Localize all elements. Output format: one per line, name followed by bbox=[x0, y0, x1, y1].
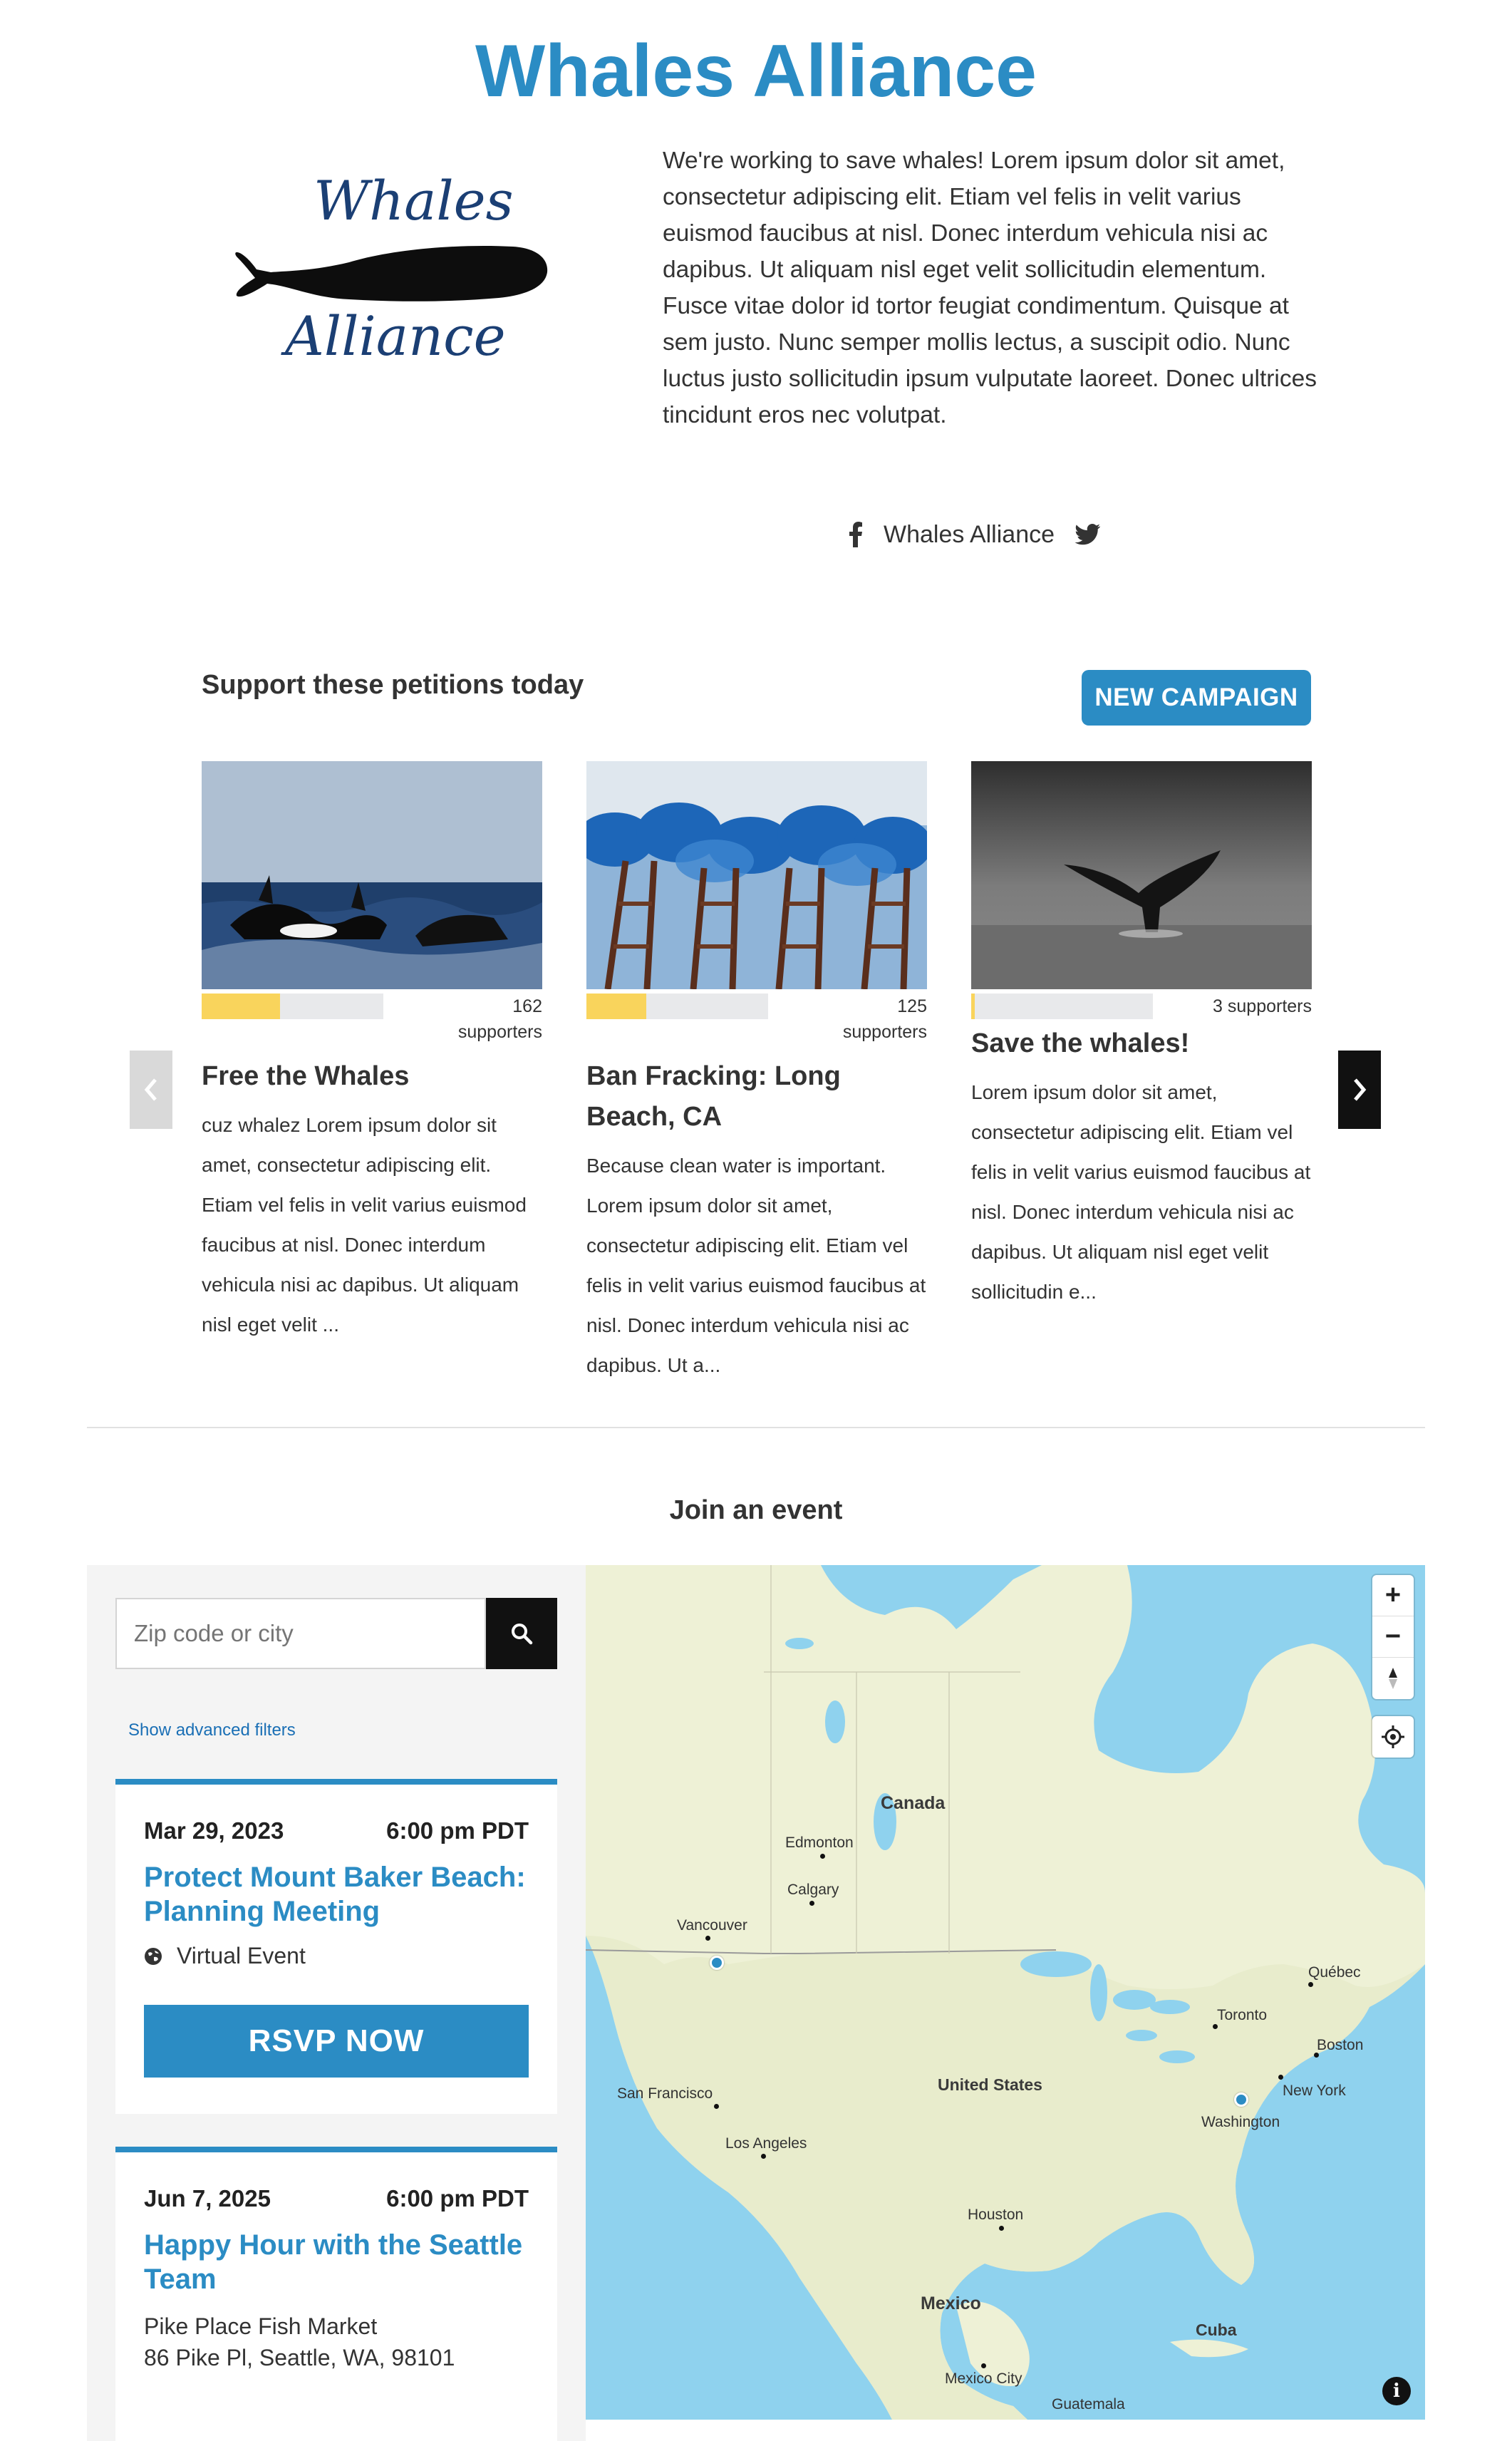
supporters-label: supporters bbox=[457, 1022, 542, 1042]
map-label-houston: Houston bbox=[968, 2207, 1024, 2223]
map-label-vancouver: Vancouver bbox=[677, 1917, 747, 1934]
search-icon bbox=[512, 1624, 533, 1645]
supporters-progress: 162 bbox=[202, 994, 542, 1019]
petition-image-orcas[interactable] bbox=[202, 761, 542, 989]
petition-card[interactable]: 162 supporters Free the Whales cuz whale… bbox=[202, 761, 542, 1345]
supporters-progress: 3 supporters bbox=[971, 994, 1312, 1019]
supporters-count: 162 bbox=[512, 996, 542, 1016]
search-button[interactable] bbox=[486, 1598, 557, 1669]
events-sidebar: Show advanced filters Mar 29, 2023 6:00 … bbox=[87, 1565, 586, 2441]
map-zoom-controls: + − bbox=[1372, 1575, 1414, 1699]
map-label-calgary: Calgary bbox=[787, 1882, 839, 1898]
petition-title[interactable]: Free the Whales bbox=[202, 1056, 542, 1097]
geolocate-button[interactable] bbox=[1372, 1716, 1414, 1758]
map-label-quebec: Québec bbox=[1308, 1964, 1361, 1981]
location-search-input[interactable] bbox=[115, 1598, 486, 1669]
event-title[interactable]: Protect Mount Baker Beach: Planning Meet… bbox=[115, 1860, 557, 1929]
social-name: Whales Alliance bbox=[884, 520, 1055, 548]
rsvp-button[interactable]: RSVP NOW bbox=[144, 2005, 529, 2078]
supporters-progress: 125 bbox=[586, 994, 927, 1019]
page-title: Whales Alliance bbox=[475, 30, 1037, 113]
map-label-united-states: United States bbox=[938, 2075, 1042, 2094]
event-marker-washington[interactable] bbox=[1234, 2092, 1248, 2107]
whales-alliance-logo: Whales Alliance bbox=[228, 164, 563, 371]
map-label-cuba: Cuba bbox=[1196, 2321, 1237, 2339]
compass-button[interactable] bbox=[1372, 1658, 1414, 1699]
map-label-mexico: Mexico bbox=[921, 2293, 981, 2313]
petition-card[interactable]: 3 supporters Save the whales! Lorem ipsu… bbox=[971, 761, 1312, 1312]
map-label-new-york: New York bbox=[1283, 2083, 1346, 2099]
supporters-count: 3 supporters bbox=[1213, 996, 1312, 1016]
event-title[interactable]: Happy Hour with the Seattle Team bbox=[115, 2228, 557, 2296]
event-marker-seattle[interactable] bbox=[710, 1956, 724, 1970]
map-label-mexico-city: Mexico City bbox=[945, 2370, 1022, 2387]
map-label-los-angeles: Los Angeles bbox=[725, 2135, 807, 2152]
petition-image-fracking[interactable] bbox=[586, 761, 927, 989]
zoom-in-button[interactable]: + bbox=[1372, 1575, 1414, 1616]
intro-text: We're working to save whales! Lorem ipsu… bbox=[663, 148, 1317, 428]
events-map[interactable]: Canada Edmonton Calgary Vancouver United… bbox=[586, 1565, 1425, 2420]
map-attribution-info-icon[interactable]: i bbox=[1382, 2377, 1411, 2405]
event-location: Virtual Event bbox=[177, 1943, 306, 1968]
map-label-boston: Boston bbox=[1317, 2037, 1364, 2053]
crosshair-icon bbox=[1382, 1725, 1404, 1748]
event-venue: Pike Place Fish Market bbox=[144, 2313, 378, 2339]
supporters-count: 125 bbox=[897, 996, 927, 1016]
globe-icon bbox=[145, 1947, 162, 1965]
petition-description: Lorem ipsum dolor sit amet, consectetur … bbox=[971, 1081, 1311, 1303]
event-time: 6:00 pm PDT bbox=[386, 2185, 529, 2212]
map-label-san-francisco: San Francisco bbox=[617, 2085, 713, 2102]
petition-title[interactable]: Save the whales! bbox=[971, 1023, 1312, 1064]
petition-image-whale-tail[interactable] bbox=[971, 761, 1312, 989]
supporters-label: supporters bbox=[842, 1022, 927, 1042]
petitions-heading: Support these petitions today bbox=[202, 670, 584, 700]
social-links: Whales Alliance bbox=[848, 513, 1101, 556]
petition-title[interactable]: Ban Fracking: Long Beach, CA bbox=[586, 1056, 927, 1137]
events-heading: Join an event bbox=[669, 1495, 843, 1525]
new-campaign-button[interactable]: NEW CAMPAIGN bbox=[1082, 670, 1311, 726]
advanced-filters-link[interactable]: Show advanced filters bbox=[128, 1720, 296, 1740]
event-address: 86 Pike Pl, Seattle, WA, 98101 bbox=[144, 2345, 455, 2370]
map-label-canada: Canada bbox=[881, 1793, 946, 1813]
svg-text:Whales: Whales bbox=[314, 169, 514, 232]
twitter-icon[interactable] bbox=[1075, 524, 1101, 545]
petition-card[interactable]: 125 supporters Ban Fracking: Long Beach,… bbox=[586, 761, 927, 1385]
carousel-prev-button[interactable] bbox=[130, 1051, 172, 1129]
map-label-washington: Washington bbox=[1201, 2114, 1280, 2130]
zoom-out-button[interactable]: − bbox=[1372, 1616, 1414, 1658]
svg-text:Alliance: Alliance bbox=[281, 304, 506, 368]
map-label-guatemala: Guatemala bbox=[1052, 2396, 1125, 2412]
petition-description: Because clean water is important. Lorem … bbox=[586, 1155, 926, 1376]
event-card[interactable]: Jun 7, 2025 6:00 pm PDT Happy Hour with … bbox=[115, 2147, 557, 2441]
event-date: Mar 29, 2023 bbox=[144, 1817, 284, 1844]
section-divider bbox=[87, 1427, 1425, 1428]
map-label-edmonton: Edmonton bbox=[785, 1834, 854, 1851]
event-card[interactable]: Mar 29, 2023 6:00 pm PDT Protect Mount B… bbox=[115, 1779, 557, 2114]
petition-description: cuz whalez Lorem ipsum dolor sit amet, c… bbox=[202, 1114, 527, 1336]
chevron-left-icon bbox=[144, 1078, 157, 1101]
compass-icon bbox=[1389, 1668, 1397, 1689]
chevron-right-icon bbox=[1354, 1078, 1367, 1101]
carousel-next-button[interactable] bbox=[1338, 1051, 1381, 1129]
event-time: 6:00 pm PDT bbox=[386, 1817, 529, 1844]
event-date: Jun 7, 2025 bbox=[144, 2185, 271, 2212]
facebook-icon[interactable] bbox=[848, 522, 864, 547]
map-label-toronto: Toronto bbox=[1217, 2007, 1268, 2023]
